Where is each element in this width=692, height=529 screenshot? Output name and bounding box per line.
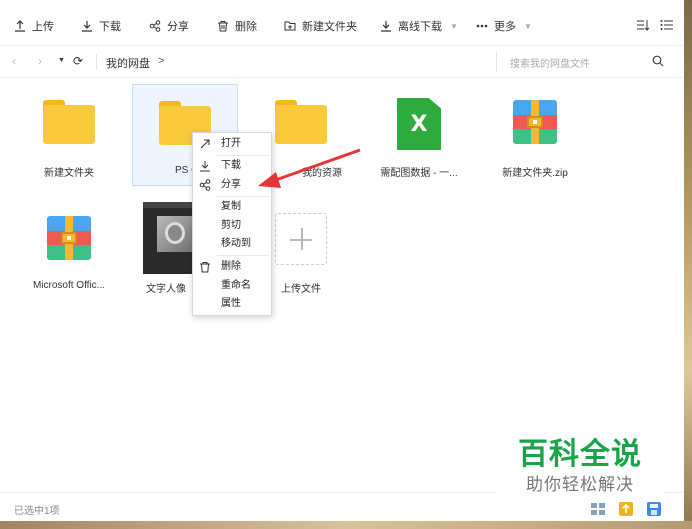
trash-icon <box>200 262 210 273</box>
sort-button[interactable] <box>636 18 650 32</box>
cloud-drive-window: 上传 下载 分享 删除 新建文件夹 离线下载 ▼ 更多 ▼ ‹ › ▼ ⟳ 我的… <box>0 0 684 521</box>
share-label: 分享 <box>167 21 189 33</box>
divider <box>217 155 269 156</box>
trash-icon <box>218 21 228 32</box>
offline-download-button[interactable]: 离线下载 ▼ <box>380 17 458 35</box>
new-folder-icon <box>284 21 296 31</box>
zip-archive-icon <box>513 100 557 144</box>
zip-archive-icon <box>47 216 91 260</box>
plus-icon <box>275 213 327 265</box>
watermark-title: 百科全说 <box>518 437 642 472</box>
divider <box>217 196 269 197</box>
toolbar: 上传 下载 分享 删除 新建文件夹 离线下载 ▼ 更多 ▼ <box>0 0 684 46</box>
desktop-background-edge <box>684 0 692 529</box>
selection-status: 已选中1项 <box>14 506 60 517</box>
share-icon <box>199 179 211 191</box>
share-button[interactable]: 分享 <box>149 17 189 35</box>
watermark-logo: 百科全说 助你轻松解决 <box>495 436 665 500</box>
download-icon <box>200 161 210 172</box>
caret-down-icon: ▼ <box>524 21 532 31</box>
transfer-upload-icon[interactable] <box>618 502 634 516</box>
back-icon[interactable]: ‹ <box>12 55 24 67</box>
menu-item-move-to[interactable]: 移动到 <box>221 236 251 252</box>
context-menu: 打开 下载 分享 复制 剪切 移动到 删除 重命名 属性 <box>192 132 272 316</box>
file-item[interactable]: 新建文件夹.zip <box>482 84 588 186</box>
search-icon[interactable] <box>652 55 664 67</box>
share-icon <box>149 20 161 32</box>
search-input[interactable]: 搜索我的网盘文件 <box>510 55 590 70</box>
menu-item-cut[interactable]: 剪切 <box>221 218 241 234</box>
open-arrow-icon <box>200 139 210 149</box>
sort-icon <box>637 20 650 31</box>
forward-icon[interactable]: › <box>38 55 50 67</box>
excel-icon-letter: X <box>410 112 428 137</box>
new-folder-label: 新建文件夹 <box>302 21 357 33</box>
excel-icon: X <box>397 98 441 150</box>
menu-item-rename[interactable]: 重命名 <box>221 278 251 294</box>
breadcrumb[interactable]: 我的网盘 <box>106 55 150 71</box>
save-disk-icon[interactable] <box>646 502 662 516</box>
history-dropdown-icon[interactable]: ▼ <box>58 55 70 67</box>
file-name: 新建文件夹 <box>44 168 94 179</box>
upload-label: 上传 <box>32 21 54 33</box>
menu-item-copy[interactable]: 复制 <box>221 199 241 215</box>
delete-button[interactable]: 删除 <box>217 17 257 35</box>
list-view-button[interactable] <box>660 18 674 32</box>
divider <box>496 52 497 72</box>
caret-down-icon: ▼ <box>450 21 458 31</box>
download-label: 下载 <box>99 21 121 33</box>
file-name: Microsoft Offic... <box>32 280 106 291</box>
more-button[interactable]: 更多 ▼ <box>476 17 532 35</box>
divider <box>217 255 269 256</box>
desktop-background-edge <box>0 521 692 529</box>
menu-item-open[interactable]: 打开 <box>221 136 241 152</box>
file-item[interactable]: 新建文件夹 <box>16 84 122 186</box>
grid-view-icon[interactable] <box>590 502 606 516</box>
new-folder-button[interactable]: 新建文件夹 <box>284 17 357 35</box>
more-label: 更多 <box>494 21 516 33</box>
menu-item-share[interactable]: 分享 <box>221 177 241 193</box>
menu-item-download[interactable]: 下载 <box>221 158 241 174</box>
divider <box>96 54 97 70</box>
file-item[interactable]: X 需配图数据 - 一... <box>366 84 472 186</box>
file-name: 新建文件夹.zip <box>502 168 568 179</box>
offline-download-label: 离线下载 <box>398 21 442 33</box>
file-item[interactable]: Microsoft Offic... <box>16 200 122 302</box>
watermark-subtitle: 助你轻松解决 <box>526 475 634 494</box>
upload-icon <box>15 20 25 32</box>
folder-icon <box>43 100 95 144</box>
file-name: 需配图数据 - 一... <box>380 168 458 179</box>
download-icon <box>82 21 92 32</box>
menu-item-delete[interactable]: 删除 <box>221 259 241 275</box>
folder-icon <box>275 100 327 144</box>
delete-label: 删除 <box>235 21 257 33</box>
menu-item-properties[interactable]: 属性 <box>221 296 241 312</box>
refresh-icon[interactable]: ⟳ <box>73 55 85 67</box>
download-button[interactable]: 下载 <box>81 17 121 35</box>
list-view-icon <box>660 20 673 30</box>
more-dots-icon <box>476 24 488 28</box>
upload-button[interactable]: 上传 <box>14 17 54 35</box>
offline-download-icon <box>381 21 391 32</box>
breadcrumb-arrow: > <box>158 55 165 67</box>
address-bar: ‹ › ▼ ⟳ 我的网盘 > 搜索我的网盘文件 <box>0 46 684 78</box>
